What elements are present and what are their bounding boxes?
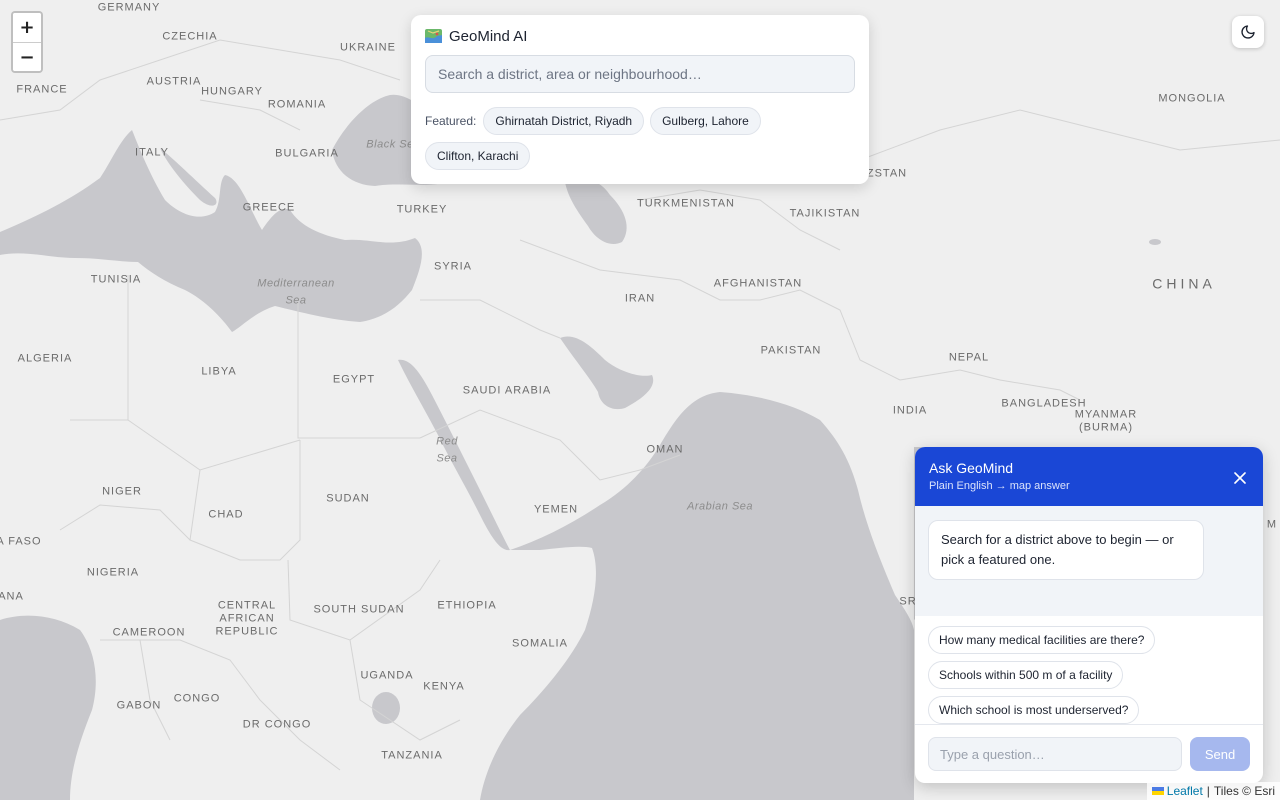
arabian-sea [480,392,914,800]
map-label-niger: NIGER [102,485,142,498]
question-composer: Send [915,725,1263,783]
map-label-kenya: KENYA [423,680,465,693]
map-label-uganda: UGANDA [360,669,414,682]
map-label-red-sea: Red [436,435,458,448]
map-label-saudi-arabia: SAUDI ARABIA [462,384,552,397]
theme-toggle-button[interactable] [1232,16,1264,48]
featured-chip-clifton[interactable]: Clifton, Karachi [425,142,531,170]
map-label-algeria: ALGERIA [17,352,73,365]
map-label-mediterranean: Mediterranean [257,277,335,290]
map-label-ghana: ANA [0,590,24,603]
ask-header: Ask GeoMind Plain English → map answer [915,447,1263,506]
map-label-mongolia: MONGOLIA [1158,92,1226,105]
map-label-south-sudan: SOUTH SUDAN [313,603,405,616]
leaflet-label: Leaflet [1166,784,1203,798]
map-label-dr-congo: DR CONGO [242,718,312,731]
map-label-iran: IRAN [624,292,656,305]
map-label-tanzania: TANZANIA [381,749,443,762]
question-input[interactable] [928,737,1182,771]
map-label-car-2: AFRICAN [219,612,275,625]
ask-panel: Ask GeoMind Plain English → map answer S… [915,447,1263,783]
map-label-pakistan: PAKISTAN [760,344,822,357]
map-label-myanmar-burma: (BURMA) [1078,421,1134,434]
suggestion-schools-nearby[interactable]: Schools within 500 m of a facility [928,661,1124,689]
map-label-tunisia: TUNISIA [90,273,142,286]
app-brand: GeoMind AI [425,27,855,45]
map-attribution: Leaflet | Tiles © Esri [1146,782,1280,800]
map-label-congo: CONGO [173,692,221,705]
map-label-kazakhstan: ZSTAN [866,167,908,180]
map-label-ethiopia: ETHIOPIA [437,599,497,612]
map-label-china: CHINA [1152,275,1216,292]
map-label-right-edge: M [1266,518,1278,531]
map-label-hungary: HUNGARY [201,85,263,98]
featured-chip-gulberg[interactable]: Gulberg, Lahore [650,107,761,135]
map-label-turkey: TURKEY [396,203,448,216]
zoom-out-button[interactable]: − [13,42,41,71]
map-label-red-sea-2: Sea [436,452,458,465]
close-icon [1234,472,1246,484]
map-label-greece: GREECE [242,201,296,214]
map-label-libya: LIBYA [201,365,237,378]
featured-chip-ghirnatah[interactable]: Ghirnatah District, Riyadh [483,107,645,135]
map-label-syria: SYRIA [433,260,473,273]
caspian-sea [565,178,627,245]
map-label-car-3: REPUBLIC [215,625,279,638]
map-label-car: CENTRAL [217,599,277,612]
map-label-turkmenistan: TURKMENISTAN [637,197,735,210]
tiles-credit: Tiles © Esri [1213,784,1275,798]
moon-icon [1241,25,1255,39]
leaflet-link[interactable]: Leaflet [1151,784,1203,798]
send-button[interactable]: Send [1190,737,1250,771]
app-title: GeoMind AI [449,27,528,45]
map-icon [425,29,442,43]
map-label-oman: OMAN [646,443,684,456]
map-label-tajikistan: TAJIKISTAN [789,207,861,220]
map-label-czechia: CZECHIA [162,30,218,43]
ask-title: Ask GeoMind [929,460,1014,476]
search-input[interactable] [425,55,855,93]
map-label-black-sea: Black Se [366,138,414,151]
suggestion-underserved-school[interactable]: Which school is most underserved? [928,696,1140,724]
attribution-separator: | [1206,784,1210,798]
chat-messages: Search for a district above to begin — o… [915,506,1263,616]
gulf-of-guinea [0,615,96,800]
lake-balkhash [1149,239,1161,245]
map-label-arabian-sea: Arabian Sea [686,500,754,513]
map-label-india: INDIA [892,404,928,417]
map-label-nepal: NEPAL [948,351,990,364]
map-label-ukraine: UKRAINE [340,41,396,54]
map-label-france: FRANCE [16,83,68,96]
map-label-chad: CHAD [208,508,244,521]
assistant-message: Search for a district above to begin — o… [928,520,1204,580]
suggestion-medical-facilities[interactable]: How many medical facilities are there? [928,626,1156,654]
ukraine-flag-icon [1151,787,1164,795]
map-label-burkina-faso: A FASO [0,535,42,548]
map-label-italy: ITALY [135,146,169,159]
map-label-mediterranean-sea: Sea [285,294,307,307]
map-label-austria: AUSTRIA [146,75,202,88]
map-label-egypt: EGYPT [332,373,376,386]
suggestion-list: How many medical facilities are there? S… [915,616,1263,725]
map-label-myanmar: MYANMAR [1074,408,1138,421]
map-label-germany: GERMANY [97,1,161,14]
featured-label: Featured: [425,114,477,128]
map-label-somalia: SOMALIA [512,637,568,650]
featured-list: Featured: Ghirnatah District, Riyadh Gul… [425,107,855,170]
ask-close-button[interactable] [1229,467,1251,489]
map-label-sudan: SUDAN [326,492,370,505]
search-panel: GeoMind AI Featured: Ghirnatah District,… [411,15,869,184]
ask-subtitle: Plain English → map answer [929,480,1070,492]
zoom-in-button[interactable]: + [13,13,41,42]
map-label-gabon: GABON [116,699,162,712]
lake-victoria [372,692,400,724]
map-label-afghanistan: AFGHANISTAN [713,277,803,290]
zoom-control: + − [11,11,43,73]
map-label-cameroon: CAMEROON [112,626,186,639]
map-label-bulgaria: BULGARIA [275,147,339,160]
map-label-nigeria: NIGERIA [86,566,140,579]
persian-gulf [560,336,654,410]
map-label-yemen: YEMEN [533,503,579,516]
map-label-romania: ROMANIA [267,98,327,111]
